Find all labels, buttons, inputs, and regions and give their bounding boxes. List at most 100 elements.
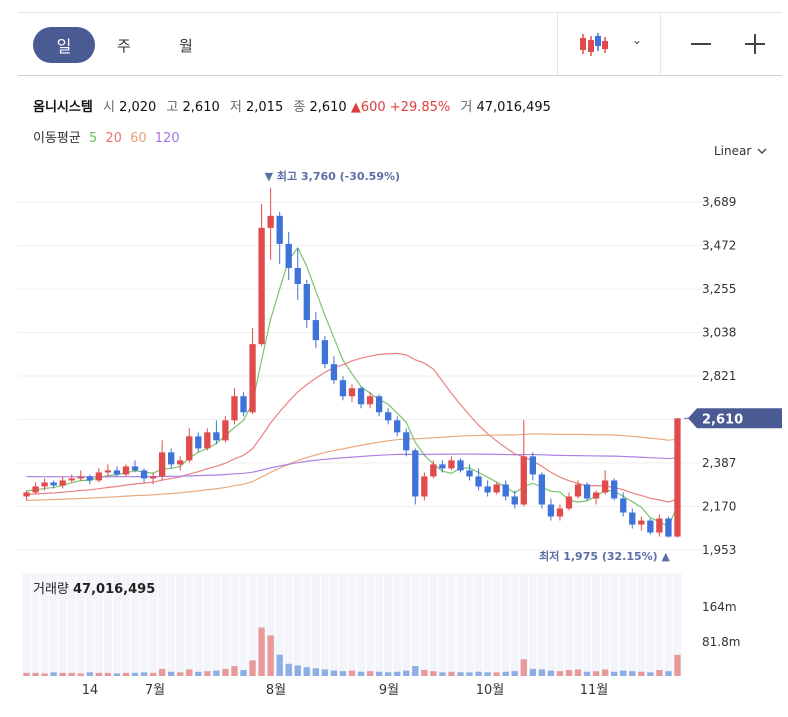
candle-body — [303, 283, 310, 321]
scale-mode-selector[interactable]: Linear — [714, 144, 767, 158]
volume-column-background — [58, 573, 67, 676]
candle-body — [421, 476, 428, 497]
price-tick-label: 3,472 — [702, 239, 736, 253]
toolbar-divider — [660, 13, 661, 75]
volume-bar — [267, 635, 274, 676]
candle-body — [357, 388, 365, 405]
moving-average-legend: 이동평균 5 20 60 120 — [33, 127, 180, 146]
stock-name: 옴니시스템 — [33, 100, 93, 115]
volume-column-background — [275, 573, 284, 676]
volume-column-background — [456, 573, 465, 676]
zoom-in-icon-vertical[interactable] — [754, 34, 756, 54]
volume-column-background — [194, 573, 203, 676]
price-tick-label: 3,038 — [702, 326, 736, 340]
volume-bar — [375, 671, 383, 676]
volume-column-background — [610, 573, 619, 676]
time-tick-label: 10월 — [476, 683, 505, 698]
volume-column-background — [501, 573, 510, 676]
volume-column-background — [574, 573, 583, 676]
volume-column-background — [212, 573, 221, 676]
moving-average-120-line — [26, 453, 678, 478]
stock-quote-summary: 옴니시스템 시 2,020 고 2,610 저 2,015 종 2,610 ▲6… — [33, 96, 551, 115]
candle-body — [484, 486, 491, 493]
volume-bar — [122, 672, 130, 676]
ma-20[interactable]: 20 — [105, 131, 122, 146]
volume-column-background — [167, 573, 176, 676]
tab-week[interactable]: 주 — [117, 27, 131, 63]
volume-bar — [231, 666, 238, 676]
min-price-annotation: 최저 1,975 (32.15%) ▲ — [539, 549, 670, 563]
candle-body — [430, 464, 437, 477]
volume-column-background — [329, 573, 338, 676]
volume-column-background — [384, 573, 393, 676]
volume-bar — [520, 659, 527, 676]
candle-body — [122, 466, 130, 475]
volume-tick-label: 164m — [702, 600, 737, 614]
price-tick-label: 3,689 — [702, 195, 736, 209]
ma-60[interactable]: 60 — [130, 131, 147, 146]
volume-column-background — [601, 573, 610, 676]
volume-column-background — [510, 573, 519, 676]
time-tick-label: 9월 — [379, 683, 399, 698]
volume-column-background — [519, 573, 528, 676]
price-tick-label: 2,170 — [702, 500, 736, 514]
candle-body — [149, 476, 157, 479]
candle-body — [439, 464, 446, 469]
candle-body — [629, 512, 636, 525]
volume-bar — [158, 668, 166, 676]
close-value: 2,610 — [309, 100, 347, 115]
volume-column-background — [239, 573, 248, 676]
moving-average-5-line — [26, 246, 679, 528]
volume-column-background — [592, 573, 601, 676]
volume-bar — [357, 671, 365, 676]
volume-column-background — [130, 573, 140, 676]
volume-column-background — [474, 573, 483, 676]
candles — [23, 187, 681, 538]
volume-column-background — [528, 573, 537, 676]
volume-column-background — [492, 573, 501, 676]
volume-bar — [249, 660, 256, 676]
candlestick-type-icon[interactable] — [579, 31, 609, 57]
chevron-down-icon — [757, 148, 767, 154]
candle-body — [177, 460, 184, 465]
candle-body — [113, 470, 121, 475]
chevron-down-icon[interactable]: ⌄ — [632, 33, 642, 47]
volume-column-background — [375, 573, 384, 676]
open-label: 시 — [102, 100, 115, 115]
volume-bar — [601, 669, 609, 676]
candle-body — [375, 396, 383, 413]
volume-bar — [547, 670, 555, 676]
zoom-out-icon[interactable] — [691, 43, 711, 45]
volume-column-background — [293, 573, 302, 676]
candle-body — [656, 518, 663, 533]
price-axis: 3,689 3,472 3,255 3,038 2,821 2,604 2,387 2,170… — [702, 195, 736, 557]
volume-column-background — [655, 573, 664, 676]
volume-bar — [339, 671, 347, 676]
volume-axis: 164m 81.8m — [702, 600, 740, 649]
volume-bar — [583, 671, 591, 676]
tab-month[interactable]: 월 — [179, 27, 193, 63]
ma-5[interactable]: 5 — [89, 131, 97, 146]
candle-body — [403, 432, 410, 451]
candle-body — [366, 396, 374, 405]
volume-bar — [177, 672, 184, 676]
ma-120[interactable]: 120 — [155, 131, 180, 146]
volume-bar — [592, 671, 600, 676]
volume-bar — [240, 670, 247, 676]
candle-body — [547, 504, 555, 517]
volume-column-background — [393, 573, 402, 676]
volume-bar — [348, 670, 356, 676]
volume-bar — [674, 654, 681, 676]
price-tick-label: 3,255 — [702, 282, 736, 296]
volume-bar — [285, 663, 292, 676]
volume-column-background — [176, 573, 185, 676]
volume-bar — [149, 672, 157, 676]
volume-column-background — [357, 573, 366, 676]
tab-day[interactable]: 일 — [33, 27, 95, 63]
candle-body — [583, 484, 591, 499]
candle-body — [59, 480, 66, 486]
volume-bar — [50, 672, 57, 676]
candle-body — [222, 420, 229, 441]
volume-bar — [448, 671, 455, 676]
candle-body — [665, 518, 672, 537]
